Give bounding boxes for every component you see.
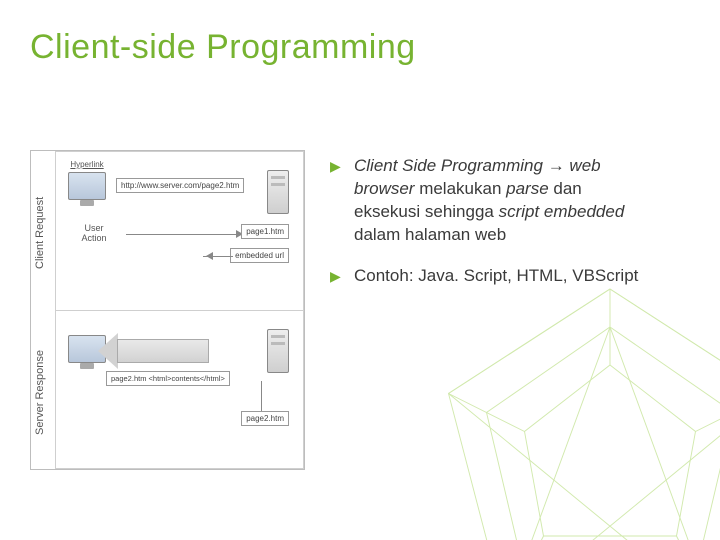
response-panel: page2.htm <html>contents</html> page2.ht…: [55, 310, 304, 469]
client-monitor-icon: Hyperlink: [68, 172, 106, 200]
url-box: http://www.server.com/page2.htm: [116, 178, 244, 193]
list-item: ▶ Contoh: Java. Script, HTML, VBScript: [330, 265, 650, 288]
big-arrow-left-icon: [98, 333, 209, 369]
embedded-url-box: embedded url: [230, 248, 289, 263]
section-label-request: Client Request: [34, 173, 46, 293]
list-item: ▶ Client Side Programming → web browser …: [330, 155, 650, 247]
body-text: ▶ Client Side Programming → web browser …: [330, 155, 650, 306]
page1-box: page1.htm: [241, 224, 289, 239]
request-response-diagram: Client Request Server Response Hyperlink…: [30, 150, 305, 470]
bullet-icon: ▶: [330, 265, 354, 288]
section-label-response: Server Response: [34, 333, 46, 453]
decorative-wireframe: [420, 270, 720, 540]
server-icon: [267, 329, 289, 373]
bullet-text-1: Client Side Programming → web browser me…: [354, 155, 650, 247]
arrow-left-small-icon: [203, 256, 233, 267]
bullet-text-2: Contoh: Java. Script, HTML, VBScript: [354, 265, 650, 288]
slide-title: Client-side Programming: [30, 28, 416, 67]
request-panel: Hyperlink http://www.server.com/page2.ht…: [55, 151, 304, 310]
user-action-label: User Action: [72, 224, 116, 244]
slide: Client-side Programming ▶ Client Side Pr…: [0, 0, 720, 540]
bullet-icon: ▶: [330, 155, 354, 247]
arrow-up-icon: [261, 381, 263, 411]
arrow-right-icon: [126, 234, 246, 245]
page2-box: page2.htm: [241, 411, 289, 426]
server-icon: [267, 170, 289, 214]
response-content-box: page2.htm <html>contents</html>: [106, 371, 230, 386]
